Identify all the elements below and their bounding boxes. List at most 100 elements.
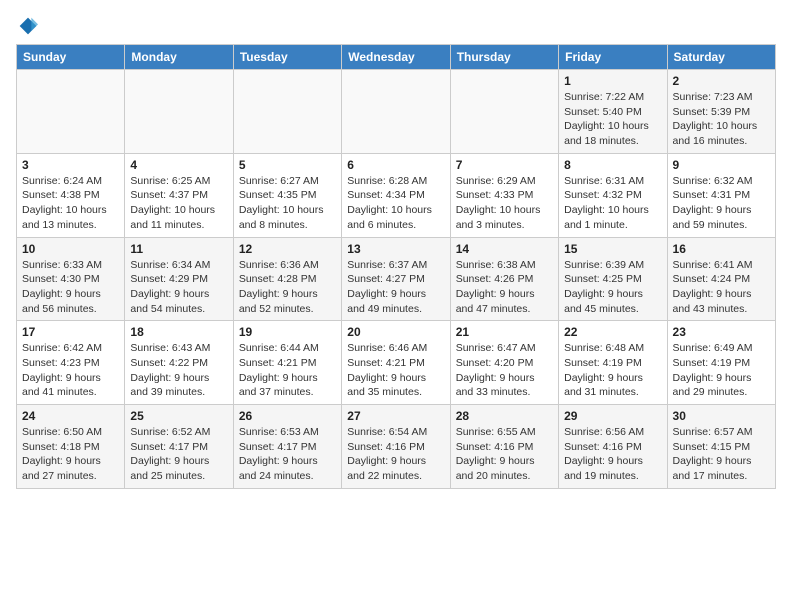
calendar-day-cell: 6 Sunrise: 6:28 AM Sunset: 4:34 PM Daylig… [342,153,450,237]
calendar-day-cell: 16 Sunrise: 6:41 AM Sunset: 4:24 PM Dayli… [667,237,775,321]
calendar-day-cell: 4 Sunrise: 6:25 AM Sunset: 4:37 PM Daylig… [125,153,233,237]
day-number: 8 [564,158,661,172]
day-info: Sunrise: 7:22 AM Sunset: 5:40 PM Dayligh… [564,90,661,149]
day-info: Sunrise: 6:54 AM Sunset: 4:16 PM Dayligh… [347,425,444,484]
day-number: 15 [564,242,661,256]
calendar-day-cell: 12 Sunrise: 6:36 AM Sunset: 4:28 PM Dayli… [233,237,341,321]
day-number: 30 [673,409,770,423]
calendar-day-cell: 1 Sunrise: 7:22 AM Sunset: 5:40 PM Daylig… [559,70,667,154]
day-info: Sunrise: 6:48 AM Sunset: 4:19 PM Dayligh… [564,341,661,400]
day-number: 9 [673,158,770,172]
day-info: Sunrise: 6:46 AM Sunset: 4:21 PM Dayligh… [347,341,444,400]
calendar-day-cell: 15 Sunrise: 6:39 AM Sunset: 4:25 PM Dayli… [559,237,667,321]
day-number: 27 [347,409,444,423]
calendar-week-row: 10Sunrise: 6:33 AM Sunset: 4:30 PM Dayli… [17,237,776,321]
day-info: Sunrise: 6:53 AM Sunset: 4:17 PM Dayligh… [239,425,336,484]
day-info: Sunrise: 6:57 AM Sunset: 4:15 PM Dayligh… [673,425,770,484]
day-info: Sunrise: 6:47 AM Sunset: 4:20 PM Dayligh… [456,341,553,400]
day-number: 18 [130,325,227,339]
day-info: Sunrise: 6:25 AM Sunset: 4:37 PM Dayligh… [130,174,227,233]
calendar-day-cell: 11 Sunrise: 6:34 AM Sunset: 4:29 PM Dayli… [125,237,233,321]
calendar-day-cell: 9 Sunrise: 6:32 AM Sunset: 4:31 PM Daylig… [667,153,775,237]
calendar-day-cell: 20 Sunrise: 6:46 AM Sunset: 4:21 PM Dayli… [342,321,450,405]
day-info: Sunrise: 6:34 AM Sunset: 4:29 PM Dayligh… [130,258,227,317]
calendar-day-cell: 23 Sunrise: 6:49 AM Sunset: 4:19 PM Dayli… [667,321,775,405]
day-number: 3 [22,158,119,172]
day-number: 14 [456,242,553,256]
calendar-week-row: 24 Sunrise: 6:50 AM Sunset: 4:18 PM Dayli… [17,405,776,489]
day-info: Sunrise: 6:41 AM Sunset: 4:24 PM Dayligh… [673,258,770,317]
weekday-header-row: SundayMondayTuesdayWednesdayThursdayFrid… [17,45,776,70]
day-info: Sunrise: 7:23 AM Sunset: 5:39 PM Dayligh… [673,90,770,149]
day-number: 29 [564,409,661,423]
calendar-day-cell: 14 Sunrise: 6:38 AM Sunset: 4:26 PM Dayli… [450,237,558,321]
day-number: 5 [239,158,336,172]
calendar-day-cell: 10Sunrise: 6:33 AM Sunset: 4:30 PM Dayli… [17,237,125,321]
weekday-header-cell: Saturday [667,45,775,70]
day-info: Sunrise: 6:38 AM Sunset: 4:26 PM Dayligh… [456,258,553,317]
day-info: Sunrise: 6:36 AM Sunset: 4:28 PM Dayligh… [239,258,336,317]
day-info: Sunrise: 6:32 AM Sunset: 4:31 PM Dayligh… [673,174,770,233]
weekday-header-cell: Monday [125,45,233,70]
day-number: 11 [130,242,227,256]
weekday-header-cell: Tuesday [233,45,341,70]
day-number: 24 [22,409,119,423]
day-number: 6 [347,158,444,172]
calendar-day-cell: 30 Sunrise: 6:57 AM Sunset: 4:15 PM Dayli… [667,405,775,489]
day-number: 19 [239,325,336,339]
day-number: 16 [673,242,770,256]
day-number: 22 [564,325,661,339]
day-number: 26 [239,409,336,423]
calendar-day-cell: 29 Sunrise: 6:56 AM Sunset: 4:16 PM Dayli… [559,405,667,489]
day-info: Sunrise: 6:37 AM Sunset: 4:27 PM Dayligh… [347,258,444,317]
day-info: Sunrise: 6:44 AM Sunset: 4:21 PM Dayligh… [239,341,336,400]
calendar-week-row: 1 Sunrise: 7:22 AM Sunset: 5:40 PM Daylig… [17,70,776,154]
weekday-header-cell: Wednesday [342,45,450,70]
day-info: Sunrise: 6:52 AM Sunset: 4:17 PM Dayligh… [130,425,227,484]
day-info: Sunrise: 6:56 AM Sunset: 4:16 PM Dayligh… [564,425,661,484]
calendar-day-cell: 21Sunrise: 6:47 AM Sunset: 4:20 PM Dayli… [450,321,558,405]
calendar-week-row: 17 Sunrise: 6:42 AM Sunset: 4:23 PM Dayli… [17,321,776,405]
logo [16,16,38,36]
day-number: 4 [130,158,227,172]
calendar-day-cell: 13Sunrise: 6:37 AM Sunset: 4:27 PM Dayli… [342,237,450,321]
day-info: Sunrise: 6:43 AM Sunset: 4:22 PM Dayligh… [130,341,227,400]
calendar-day-cell: 8 Sunrise: 6:31 AM Sunset: 4:32 PM Daylig… [559,153,667,237]
calendar-body: 1 Sunrise: 7:22 AM Sunset: 5:40 PM Daylig… [17,70,776,489]
weekday-header-cell: Friday [559,45,667,70]
day-number: 20 [347,325,444,339]
day-info: Sunrise: 6:27 AM Sunset: 4:35 PM Dayligh… [239,174,336,233]
day-info: Sunrise: 6:50 AM Sunset: 4:18 PM Dayligh… [22,425,119,484]
calendar-day-cell [233,70,341,154]
calendar-day-cell: 24 Sunrise: 6:50 AM Sunset: 4:18 PM Dayli… [17,405,125,489]
day-number: 23 [673,325,770,339]
day-number: 25 [130,409,227,423]
day-info: Sunrise: 6:24 AM Sunset: 4:38 PM Dayligh… [22,174,119,233]
day-info: Sunrise: 6:42 AM Sunset: 4:23 PM Dayligh… [22,341,119,400]
day-info: Sunrise: 6:31 AM Sunset: 4:32 PM Dayligh… [564,174,661,233]
calendar-day-cell: 19 Sunrise: 6:44 AM Sunset: 4:21 PM Dayli… [233,321,341,405]
weekday-header-cell: Thursday [450,45,558,70]
calendar-day-cell: 5 Sunrise: 6:27 AM Sunset: 4:35 PM Daylig… [233,153,341,237]
calendar-day-cell: 25 Sunrise: 6:52 AM Sunset: 4:17 PM Dayli… [125,405,233,489]
calendar-day-cell: 26 Sunrise: 6:53 AM Sunset: 4:17 PM Dayli… [233,405,341,489]
day-info: Sunrise: 6:33 AM Sunset: 4:30 PM Dayligh… [22,258,119,317]
day-info: Sunrise: 6:39 AM Sunset: 4:25 PM Dayligh… [564,258,661,317]
calendar-day-cell: 17 Sunrise: 6:42 AM Sunset: 4:23 PM Dayli… [17,321,125,405]
calendar-week-row: 3 Sunrise: 6:24 AM Sunset: 4:38 PM Daylig… [17,153,776,237]
day-info: Sunrise: 6:49 AM Sunset: 4:19 PM Dayligh… [673,341,770,400]
calendar-day-cell: 3 Sunrise: 6:24 AM Sunset: 4:38 PM Daylig… [17,153,125,237]
day-number: 12 [239,242,336,256]
weekday-header-cell: Sunday [17,45,125,70]
logo-icon [18,16,38,36]
calendar-day-cell: 7Sunrise: 6:29 AM Sunset: 4:33 PM Daylig… [450,153,558,237]
day-number: 1 [564,74,661,88]
calendar-day-cell: 27 Sunrise: 6:54 AM Sunset: 4:16 PM Dayli… [342,405,450,489]
calendar-day-cell [450,70,558,154]
day-number: 2 [673,74,770,88]
header [16,16,776,36]
day-info: Sunrise: 6:29 AM Sunset: 4:33 PM Dayligh… [456,174,553,233]
calendar-day-cell [342,70,450,154]
day-number: 17 [22,325,119,339]
day-info: Sunrise: 6:28 AM Sunset: 4:34 PM Dayligh… [347,174,444,233]
